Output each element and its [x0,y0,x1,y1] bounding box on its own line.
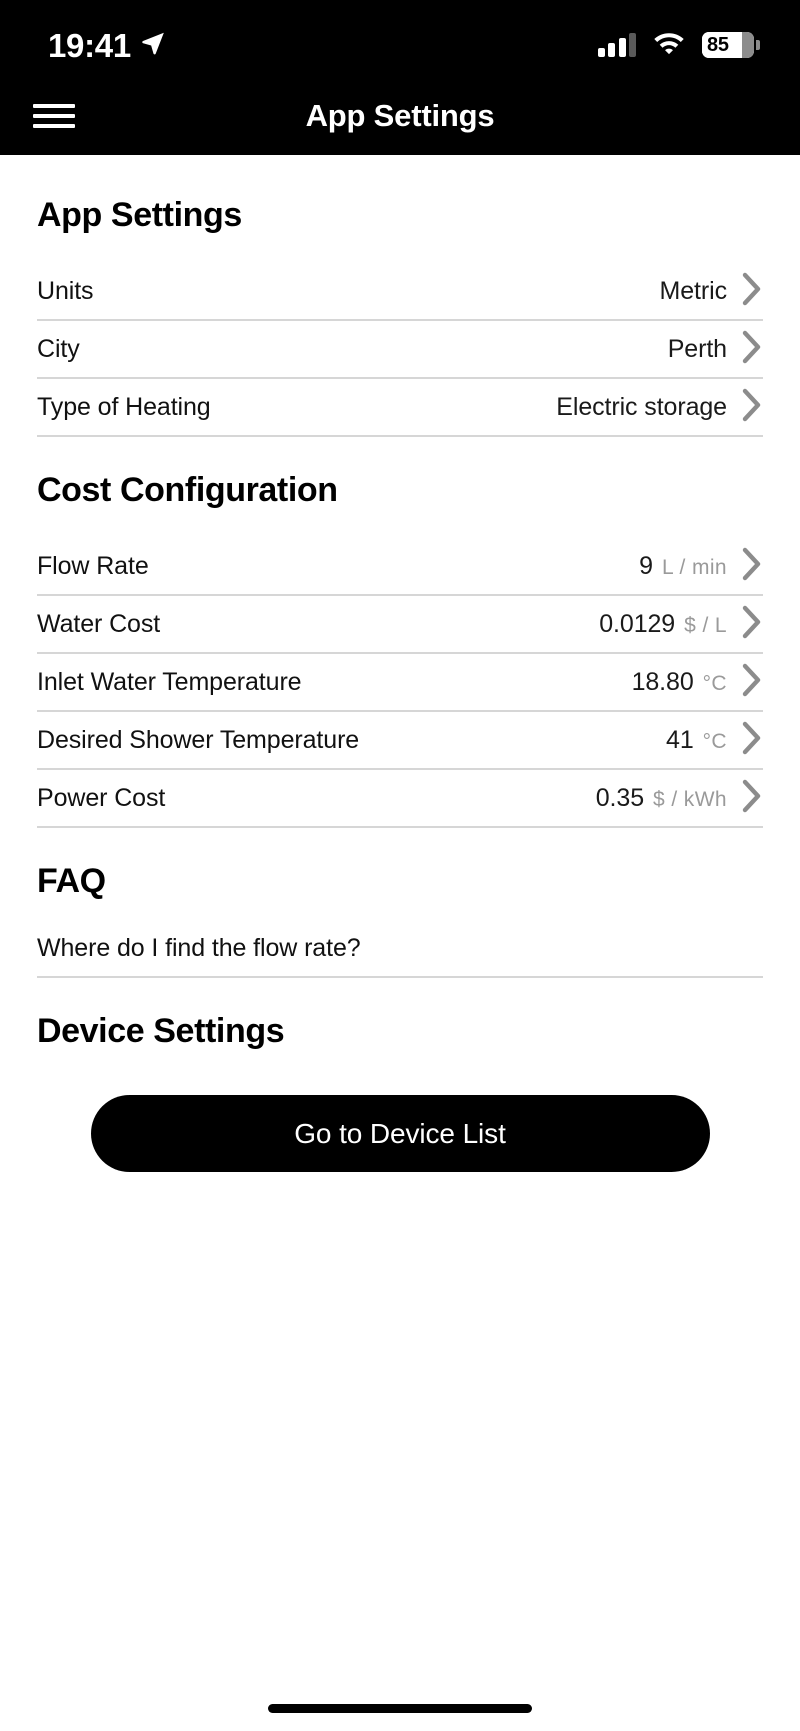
row-label: Desired Shower Temperature [37,725,360,754]
chevron-right-icon [741,663,763,702]
row-label: Type of Heating [37,392,211,421]
row-unit: $ / kWh [653,787,727,811]
chevron-right-icon [741,605,763,644]
row-value: Electric storage [556,392,727,421]
status-bar-left: 19:41 [48,29,166,62]
top-bar-area: 19:41 85 App Settings [0,0,800,155]
row-value: Metric [659,276,728,305]
status-bar: 19:41 85 [0,0,800,76]
device-settings-heading: Device Settings [37,1012,285,1050]
hamburger-menu-icon[interactable] [33,101,75,131]
row-value-group: 41 °C [666,726,727,755]
setting-row-flow-rate[interactable]: Flow Rate 9 L / min [37,538,763,596]
row-unit: $ / L [684,613,727,637]
chevron-right-icon [741,330,763,369]
status-time: 19:41 [48,26,131,64]
row-value-group: 0.0129 $ / L [599,610,727,639]
row-label: Power Cost [37,783,166,812]
row-value-group: Perth [668,335,727,364]
setting-row-power-cost[interactable]: Power Cost 0.35 $ / kWh [37,770,763,828]
row-right: Electric storage [556,388,763,427]
row-value-group: 9 L / min [639,552,727,581]
row-value: Perth [667,334,727,363]
row-value-group: Electric storage [556,393,727,422]
row-value: 9 [639,551,653,580]
row-label: City [37,334,80,363]
faq-heading-wrap: FAQ [37,864,763,898]
row-value: 18.80 [631,667,694,696]
faq-heading: FAQ [37,862,106,900]
home-indicator [268,1704,532,1713]
wifi-icon [652,30,686,60]
device-button-wrap: Go to Device List [37,1095,763,1172]
chevron-right-icon [741,388,763,427]
row-value: 41 [666,725,694,754]
row-value-group: Metric [659,276,728,306]
location-arrow-icon [140,30,166,61]
cellular-signal-icon [597,33,636,57]
setting-row-type-of-heating[interactable]: Type of Heating Electric storage [37,379,763,437]
battery-body: 85 [702,32,754,58]
status-bar-right: 85 [597,30,760,60]
row-right: Metric [660,272,763,311]
row-unit: °C [702,729,727,753]
faq-item-flow-rate[interactable]: Where do I find the flow rate? [37,920,763,978]
settings-content: App Settings Units Metric City Perth Typ… [0,155,800,1172]
phone-screen: 19:41 85 App Settings App Settings Units… [0,0,800,1731]
setting-row-units[interactable]: Units Metric [37,263,763,321]
chevron-right-icon [741,272,763,311]
row-value: 0.35 [595,783,645,812]
row-unit: °C [702,671,727,695]
setting-row-city[interactable]: City Perth [37,321,763,379]
battery-cap-icon [756,40,760,50]
row-unit: L / min [661,555,727,579]
row-value-group: 0.35 $ / kWh [596,784,727,813]
row-label: Inlet Water Temperature [37,667,302,696]
row-label: Units [37,276,94,305]
row-right: Perth [668,330,763,369]
row-value-group: 18.80 °C [632,668,727,697]
page-title: App Settings [305,97,495,133]
row-label: Flow Rate [37,551,149,580]
setting-row-water-cost[interactable]: Water Cost 0.0129 $ / L [37,596,763,654]
battery-empty [741,32,754,58]
cost-configuration-heading: Cost Configuration [37,471,338,509]
app-settings-heading: App Settings [37,196,242,234]
row-right: 0.0129 $ / L [599,605,763,644]
row-right: 9 L / min [639,547,763,586]
chevron-right-icon [741,547,763,586]
row-right: 18.80 °C [632,663,763,702]
chevron-right-icon [741,779,763,818]
setting-row-inlet-water-temperature[interactable]: Inlet Water Temperature 18.80 °C [37,654,763,712]
row-value: 0.0129 [599,609,676,638]
setting-row-desired-shower-temperature[interactable]: Desired Shower Temperature 41 °C [37,712,763,770]
faq-item-label: Where do I find the flow rate? [37,933,361,962]
row-right: 41 °C [666,721,763,760]
navigation-bar: App Settings [0,76,800,155]
battery-indicator: 85 [702,32,760,58]
row-label: Water Cost [37,609,161,638]
go-to-device-list-button[interactable]: Go to Device List [90,1095,710,1172]
battery-percent-label: 85 [707,34,729,56]
chevron-right-icon [741,721,763,760]
row-right: 0.35 $ / kWh [596,779,763,818]
